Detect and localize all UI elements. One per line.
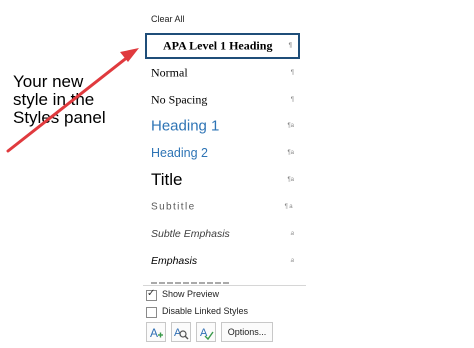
manage-styles-icon: A xyxy=(200,327,214,341)
svg-text:A: A xyxy=(150,326,158,340)
annotation-line-1: Your new xyxy=(13,72,84,91)
style-item-title[interactable]: Title ¶a xyxy=(145,167,300,193)
style-name: Heading 1 xyxy=(151,117,220,135)
style-item-emphasis[interactable]: Emphasis a xyxy=(145,248,300,274)
style-name: Normal xyxy=(151,65,188,80)
show-preview-checkbox[interactable]: ✓ Show Preview xyxy=(146,288,266,301)
paragraph-mark-icon: ¶ xyxy=(290,97,294,103)
annotation-line-3: Styles panel xyxy=(13,108,106,127)
manage-styles-button[interactable]: A xyxy=(196,322,216,342)
styles-panel: Clear All APA Level 1 Heading ¶ Normal ¶… xyxy=(143,0,306,348)
checkbox-box: ✓ xyxy=(146,288,157,301)
new-style-button[interactable]: A xyxy=(146,322,166,342)
style-name: No Spacing xyxy=(151,92,208,107)
style-name: APA Level 1 Heading xyxy=(163,38,273,53)
style-list: APA Level 1 Heading ¶ Normal ¶ No Spacin… xyxy=(143,31,306,284)
new-style-icon: A xyxy=(150,326,163,340)
show-preview-label: Show Preview xyxy=(162,289,220,299)
page: Your new style in the Styles panel Clear… xyxy=(0,0,474,348)
annotation-line-2: style in the xyxy=(13,90,95,109)
style-name: Emphasis xyxy=(151,255,198,267)
linked-style-icon: ¶a xyxy=(287,177,294,183)
options-button[interactable]: Options... xyxy=(221,322,273,342)
style-item-subtitle[interactable]: Subtitle ¶a xyxy=(145,194,300,220)
disable-linked-styles-label: Disable Linked Styles xyxy=(162,306,249,316)
clear-all-button[interactable]: Clear All xyxy=(151,14,185,24)
style-name: Heading 2 xyxy=(151,146,208,160)
style-name: Subtle Emphasis xyxy=(151,228,230,240)
checkbox-box xyxy=(146,307,157,318)
checkmark-icon: ✓ xyxy=(147,288,156,299)
disable-linked-styles-checkbox[interactable]: Disable Linked Styles xyxy=(146,306,266,318)
linked-style-icon: ¶a xyxy=(284,204,294,210)
style-inspector-button[interactable]: A xyxy=(171,322,191,342)
linked-style-icon: ¶a xyxy=(287,123,294,129)
style-item-normal[interactable]: Normal ¶ xyxy=(145,60,300,86)
style-item-apa-level-1-heading[interactable]: APA Level 1 Heading ¶ xyxy=(145,33,300,59)
annotation-callout: Your new style in the Styles panel xyxy=(13,73,133,127)
style-item-partial[interactable] xyxy=(145,282,300,284)
style-name: Subtitle xyxy=(151,201,196,213)
panel-divider xyxy=(143,285,306,286)
character-style-icon: a xyxy=(290,258,294,264)
style-name-cutoff xyxy=(151,282,231,284)
style-item-subtle-emphasis[interactable]: Subtle Emphasis a xyxy=(145,221,300,247)
style-item-no-spacing[interactable]: No Spacing ¶ xyxy=(145,87,300,113)
character-style-icon: a xyxy=(290,231,294,237)
style-inspector-icon: A xyxy=(174,327,189,340)
paragraph-mark-icon: ¶ xyxy=(290,70,294,76)
style-item-heading-2[interactable]: Heading 2 ¶a xyxy=(145,140,300,166)
linked-style-icon: ¶a xyxy=(287,150,294,156)
paragraph-mark-icon: ¶ xyxy=(288,43,292,49)
style-name: Title xyxy=(151,170,183,189)
style-item-heading-1[interactable]: Heading 1 ¶a xyxy=(145,113,300,139)
